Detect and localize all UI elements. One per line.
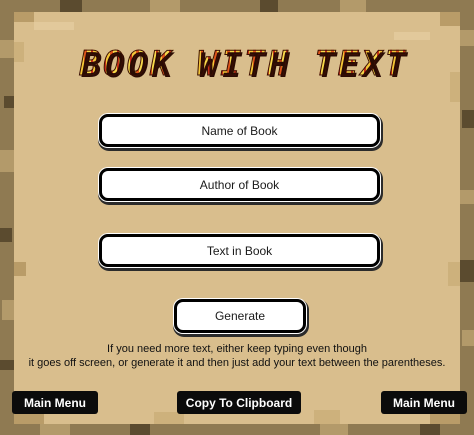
- book-text-field[interactable]: Text in Book: [99, 234, 380, 267]
- generate-button[interactable]: Generate: [174, 299, 306, 333]
- page-title: BOOK WITH TEXT: [79, 44, 409, 85]
- info-line-1: If you need more text, either keep typin…: [107, 343, 367, 355]
- copy-to-clipboard-button[interactable]: Copy To Clipboard: [177, 391, 301, 414]
- book-author-label: Author of Book: [199, 177, 280, 192]
- info-text: If you need more text, either keep typin…: [20, 342, 454, 370]
- main-menu-button-right[interactable]: Main Menu: [381, 391, 467, 414]
- generate-button-label: Generate: [214, 309, 266, 323]
- title-banner: BOOK WITH TEXT: [66, 44, 422, 85]
- book-text-label: Text in Book: [206, 243, 273, 258]
- book-author-field[interactable]: Author of Book: [99, 168, 380, 201]
- book-name-label: Name of Book: [201, 123, 278, 138]
- main-menu-button-left[interactable]: Main Menu: [12, 391, 98, 414]
- info-line-2: it goes off screen, or generate it and t…: [28, 357, 446, 369]
- book-name-field[interactable]: Name of Book: [99, 114, 380, 147]
